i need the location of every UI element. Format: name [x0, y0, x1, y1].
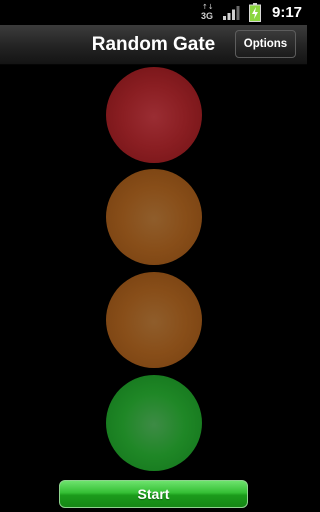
data-arrows-icon: ↑↓: [202, 3, 214, 11]
start-button[interactable]: Start: [59, 480, 248, 508]
network-type-label: 3G: [201, 11, 214, 21]
status-clock: 9:17: [272, 4, 303, 21]
network-3g-icon: ↑↓ 3G: [201, 4, 215, 21]
status-bar: ↑↓ 3G 9:17: [0, 0, 307, 25]
battery-charging-icon: [249, 3, 261, 22]
amber-light-2: [106, 272, 202, 368]
signal-strength-icon: [223, 6, 240, 20]
amber-light-1: [106, 169, 202, 265]
options-button[interactable]: Options: [235, 30, 296, 58]
green-light: [106, 375, 202, 471]
red-light: [106, 67, 202, 163]
title-bar: Random Gate Options: [0, 25, 307, 65]
app-screen: ↑↓ 3G 9:17 Random Gate Options Start: [0, 0, 307, 512]
